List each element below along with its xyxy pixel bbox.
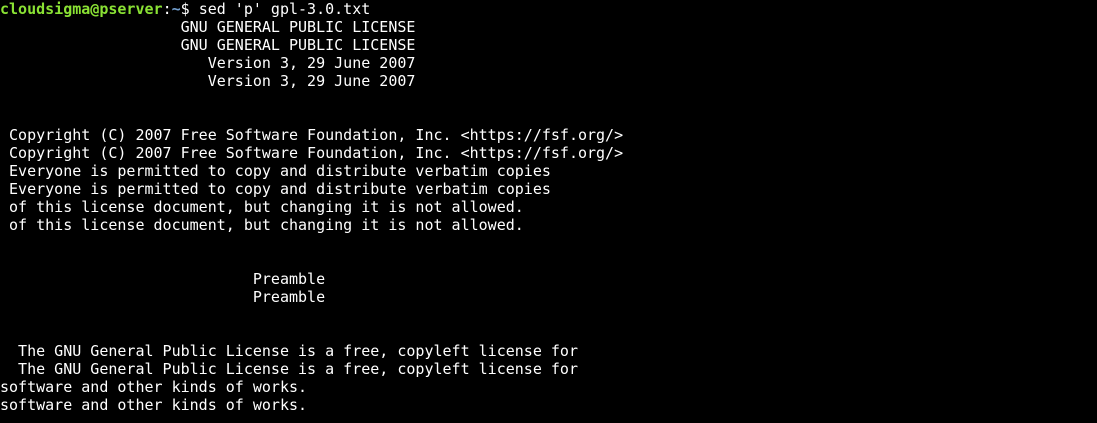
output-line: The GNU General Public License is a free…	[0, 360, 578, 378]
output-line: GNU GENERAL PUBLIC LICENSE	[0, 18, 416, 36]
output-line: Copyright (C) 2007 Free Software Foundat…	[0, 126, 624, 144]
output-line: of this license document, but changing i…	[0, 198, 524, 216]
terminal-window[interactable]: cloudsigma@pserver:~$ sed 'p' gpl-3.0.tx…	[0, 0, 1097, 423]
output-line: Version 3, 29 June 2007	[0, 54, 416, 72]
output-line: Preamble	[0, 270, 326, 288]
prompt-symbol: $	[180, 0, 199, 18]
output-line: of this license document, but changing i…	[0, 216, 524, 234]
output-line: software and other kinds of works.	[0, 378, 308, 396]
output-line: The GNU General Public License is a free…	[0, 342, 578, 360]
output-line: Preamble	[0, 288, 326, 306]
prompt-line: cloudsigma@pserver:~$ sed 'p' gpl-3.0.tx…	[0, 0, 1097, 18]
output-line: Everyone is permitted to copy and distri…	[0, 180, 551, 198]
command-text: sed 'p' gpl-3.0.txt	[198, 0, 371, 18]
output-line: software and other kinds of works.	[0, 396, 308, 414]
output-line: GNU GENERAL PUBLIC LICENSE	[0, 36, 416, 54]
output-line: Version 3, 29 June 2007	[0, 72, 416, 90]
prompt-separator: :	[162, 0, 172, 18]
output-line: Copyright (C) 2007 Free Software Foundat…	[0, 144, 624, 162]
prompt-path: ~	[171, 0, 181, 18]
output-line: Everyone is permitted to copy and distri…	[0, 162, 551, 180]
prompt-user-host: cloudsigma@pserver	[0, 0, 163, 18]
